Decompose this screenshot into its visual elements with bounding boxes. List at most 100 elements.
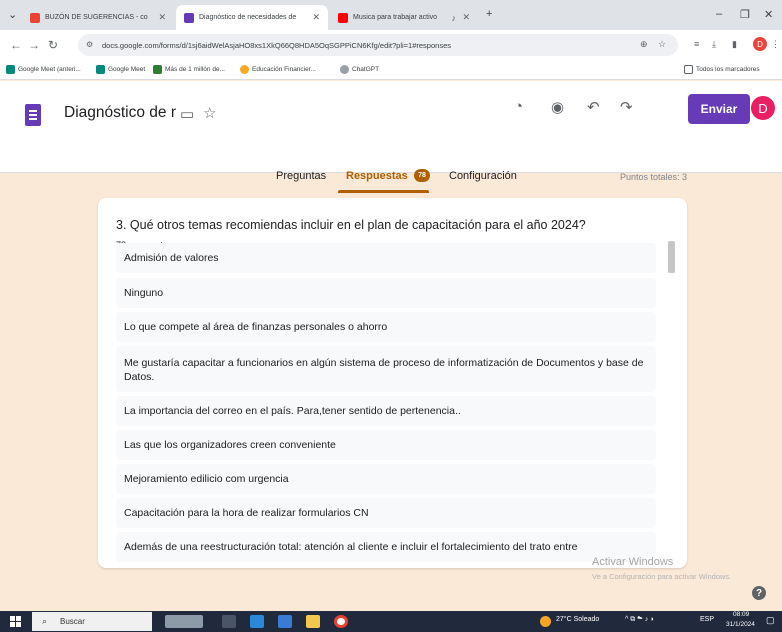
tab-title: BUZÓN DE SUGERENCIAS - co	[45, 14, 148, 21]
site-info-icon[interactable]: ⚙	[86, 40, 93, 49]
tab-configuracion[interactable]: Configuración	[449, 170, 517, 182]
windows-taskbar: Buscar ⌕ 27°C Soleado ^ ⧉ ☁ ♪ ◗ ESP 08:0…	[0, 611, 782, 632]
bookmark-mas-de-1-millon[interactable]: Más de 1 millón de...	[153, 65, 225, 74]
list-item: Las que los organizadores creen convenie…	[116, 430, 656, 460]
list-item: Me gustaría capacitar a funcionarios en …	[116, 346, 656, 392]
news-widget-icon[interactable]	[165, 615, 203, 628]
folder-icon[interactable]: ▭	[180, 105, 194, 123]
weather-sun-icon	[540, 616, 551, 627]
tab-preguntas[interactable]: Preguntas	[276, 170, 326, 182]
windows-activation-watermark: Activar Windows	[592, 556, 674, 568]
extension-icon[interactable]: ≡	[694, 39, 699, 49]
bookmarks-bar: Google Meet (anteri... Google Meet Más d…	[0, 60, 782, 80]
tab-title: Musica para trabajar activo	[353, 14, 438, 21]
clock-time[interactable]: 08:09	[733, 611, 749, 618]
forms-icon	[184, 12, 194, 23]
bookmark-label: Educación Financier...	[252, 66, 316, 73]
app-icon[interactable]	[278, 615, 292, 628]
browser-tab-buzon[interactable]: BUZÓN DE SUGERENCIAS - co ✕	[22, 5, 174, 30]
palette-icon[interactable]: ◔	[514, 98, 523, 115]
task-view-icon[interactable]	[222, 615, 236, 628]
tab-search-chevron-icon[interactable]: ⌄	[8, 8, 17, 21]
youtube-icon	[338, 12, 348, 23]
google-forms-logo-icon[interactable]	[25, 104, 41, 126]
list-item: Capacitación para la hora de realizar fo…	[116, 498, 656, 528]
taskbar-search-box[interactable]: Buscar	[32, 612, 152, 631]
browser-tab-musica[interactable]: Musica para trabajar activo ♪ ✕	[330, 5, 478, 30]
close-icon[interactable]: ✕	[312, 12, 320, 23]
site-icon	[240, 65, 249, 74]
send-button[interactable]: Enviar	[688, 94, 750, 124]
form-title[interactable]: Diagnóstico de necesidades de C	[64, 104, 176, 122]
download-icon[interactable]: ⤓	[712, 39, 716, 50]
browser-tab-strip: ⌄ BUZÓN DE SUGERENCIAS - co ✕ Diagnóstic…	[0, 0, 782, 30]
tab-respuestas[interactable]: Respuestas	[346, 170, 408, 182]
help-icon[interactable]: ?	[752, 586, 766, 600]
bookmark-google-meet-old[interactable]: Google Meet (anteri...	[6, 65, 81, 74]
bookmark-label: Más de 1 millón de...	[165, 66, 225, 73]
window-close-icon[interactable]: ✕	[764, 8, 773, 21]
list-item: Además de una reestructuración total: at…	[116, 532, 656, 562]
notifications-icon[interactable]: ▢	[766, 615, 775, 626]
list-item: Mejoramiento edilicio com urgencia	[116, 464, 656, 494]
list-item: La importancia del correo en el país. Pa…	[116, 396, 656, 426]
forward-icon[interactable]: →	[28, 38, 40, 52]
close-icon[interactable]: ✕	[158, 12, 166, 23]
browser-toolbar: ← → ↻ ⚙ docs.google.com/forms/d/1sj6aidW…	[0, 30, 782, 60]
responses-count-badge: 78	[414, 169, 430, 182]
meet-icon	[6, 65, 15, 74]
excel-icon	[153, 65, 162, 74]
browser-tab-diagnostico[interactable]: Diagnóstico de necesidades de ✕	[176, 5, 328, 30]
question-summary-card: 3. Qué otros temas recomiendas incluir e…	[98, 198, 687, 568]
address-bar[interactable]: ⚙ docs.google.com/forms/d/1sj6aidWelAsja…	[78, 34, 678, 56]
points-total: Puntos totales: 3	[620, 172, 688, 182]
question-title: 3. Qué otros temas recomiendas incluir e…	[116, 218, 586, 232]
reload-icon[interactable]: ↻	[48, 38, 58, 52]
account-avatar[interactable]: D	[751, 96, 775, 120]
folder-icon[interactable]	[306, 615, 320, 628]
bookmark-label: Google Meet (anteri...	[18, 66, 81, 73]
browser-profile-avatar[interactable]: D	[753, 37, 767, 51]
url-text: docs.google.com/forms/d/1sj6aidWelAsjaHO…	[102, 40, 451, 50]
maximize-icon[interactable]: ❐	[740, 8, 750, 21]
preview-eye-icon[interactable]: ◉	[551, 98, 564, 116]
search-icon: ⌕	[42, 616, 48, 626]
active-tab-indicator	[338, 190, 429, 193]
language-indicator[interactable]: ESP	[700, 616, 714, 623]
redo-icon[interactable]: ↷	[620, 98, 633, 116]
taskbar-search-label: Buscar	[60, 617, 85, 626]
bookmark-google-meet[interactable]: Google Meet	[96, 65, 145, 74]
bookmark-chatgpt[interactable]: ChatGPT	[340, 65, 379, 74]
bookmark-educacion-financiera[interactable]: Educación Financier...	[240, 65, 316, 74]
zoom-icon[interactable]: ⊕	[640, 39, 648, 50]
minimize-icon[interactable]: –	[716, 8, 722, 20]
chrome-icon[interactable]	[334, 615, 348, 628]
list-item: Admisión de valores	[116, 243, 656, 273]
meet-icon	[96, 65, 105, 74]
undo-icon[interactable]: ↶	[587, 98, 600, 116]
menu-kebab-icon[interactable]: ⋮	[771, 39, 780, 50]
new-tab-icon[interactable]: +	[486, 8, 492, 20]
gmail-icon	[30, 12, 40, 23]
bookmark-star-icon[interactable]: ☆	[658, 39, 666, 50]
side-panel-icon[interactable]: ▮	[732, 39, 737, 50]
close-icon[interactable]: ✕	[462, 12, 470, 23]
bookmark-label: ChatGPT	[352, 66, 380, 73]
bookmark-label: Todos los marcadores	[696, 66, 760, 73]
clock-date[interactable]: 31/1/2024	[726, 621, 755, 628]
file-explorer-icon[interactable]	[250, 615, 264, 628]
forms-header	[0, 81, 782, 173]
windows-activation-subtitle: Ve a Configuración para activar Windows.	[592, 572, 732, 581]
bookmarks-folder[interactable]: Todos los marcadores	[684, 65, 760, 74]
audio-icon[interactable]: ♪	[452, 13, 457, 23]
weather-text[interactable]: 27°C Soleado	[556, 616, 599, 623]
list-item: Lo que compete al área de finanzas perso…	[116, 312, 656, 342]
star-icon[interactable]: ☆	[203, 104, 216, 122]
more-options-icon[interactable]: ⋮	[724, 100, 740, 120]
windows-start-icon[interactable]	[10, 616, 21, 627]
back-icon[interactable]: ←	[10, 38, 22, 52]
folder-icon	[684, 65, 693, 74]
tab-title: Diagnóstico de necesidades de	[199, 14, 297, 21]
tray-icons[interactable]: ^ ⧉ ☁ ♪ ◗	[625, 616, 654, 624]
responses-scrollbar[interactable]	[668, 241, 675, 273]
